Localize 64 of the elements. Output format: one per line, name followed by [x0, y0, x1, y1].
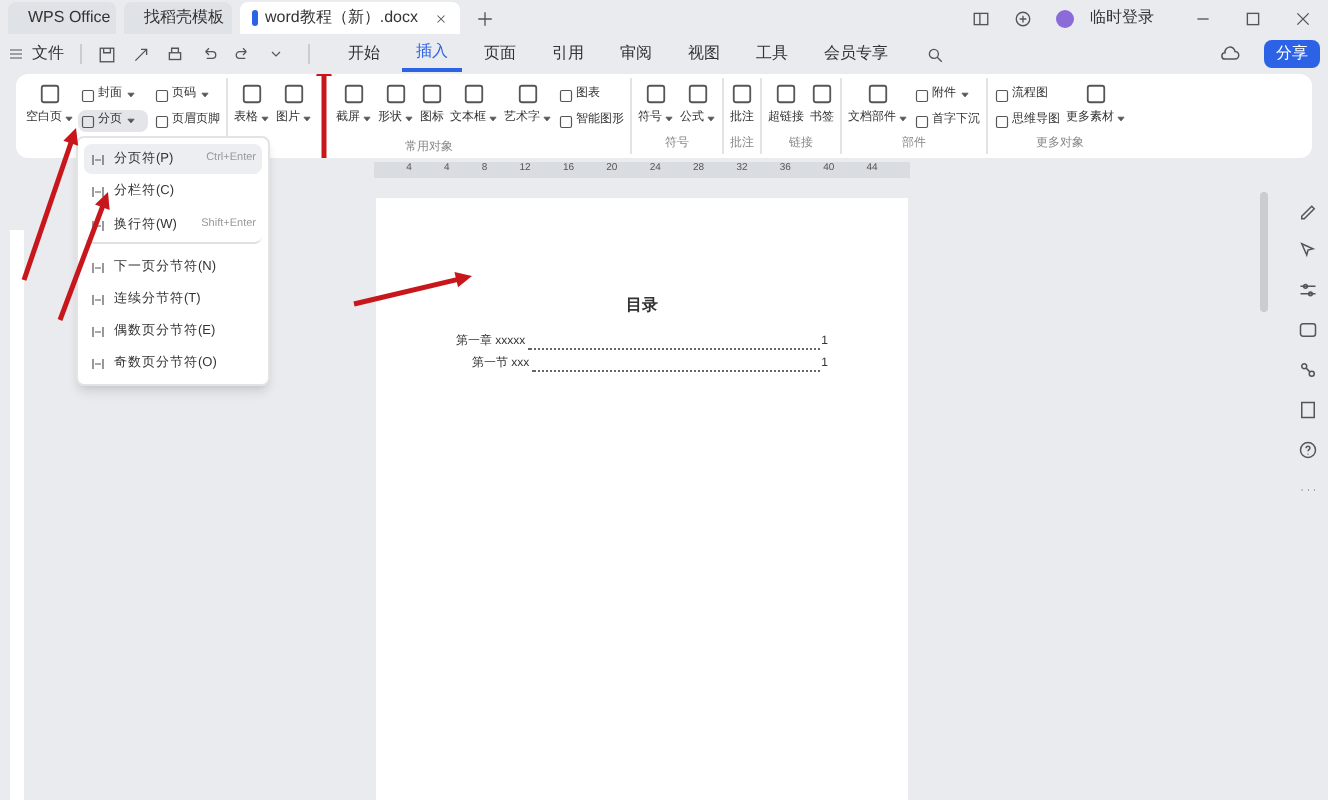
- tool-icon: [342, 82, 366, 106]
- tool-icon: [644, 82, 668, 106]
- close-icon: [434, 11, 448, 25]
- tool-icon: [38, 82, 62, 106]
- tool-icon: [1084, 82, 1108, 106]
- share-button[interactable]: 分享: [1264, 40, 1320, 68]
- layout-icon: [972, 9, 990, 27]
- tool-icon: [730, 82, 754, 106]
- tool-icon: [686, 82, 710, 106]
- app-icon: [252, 10, 258, 26]
- add-circle-icon: [1014, 9, 1032, 27]
- tool-icon: [516, 82, 540, 106]
- chevron-down-icon: [268, 46, 284, 62]
- ribbon-tab[interactable]: 引用: [538, 38, 598, 70]
- nodes-icon: [1298, 360, 1318, 380]
- tool-icon: [384, 82, 408, 106]
- close-icon: [1294, 9, 1312, 27]
- export-icon: [132, 45, 150, 63]
- annotation-arrow: [57, 192, 110, 321]
- tool-icon: [810, 82, 834, 106]
- document-tab[interactable]: WPS Office: [8, 2, 116, 34]
- page-icon: [1298, 400, 1318, 420]
- tool-icon: [240, 82, 264, 106]
- break-icon: [90, 151, 106, 167]
- annotation-arrow: [353, 272, 472, 307]
- document-tab[interactable]: 找稻壳模板: [124, 2, 232, 34]
- annotation-arrow: [316, 74, 332, 158]
- ribbon-tab[interactable]: 开始: [334, 38, 394, 70]
- break-icon: [90, 291, 106, 307]
- redo-icon: [234, 45, 252, 63]
- add-icon: [476, 9, 494, 27]
- sliders-icon: [1298, 280, 1318, 300]
- ribbon-tab[interactable]: 视图: [674, 38, 734, 70]
- break-icon: [90, 323, 106, 339]
- ribbon-tab[interactable]: 审阅: [606, 38, 666, 70]
- cursor-icon: [1298, 240, 1318, 260]
- tool-icon: [866, 82, 890, 106]
- break-icon: [90, 259, 106, 275]
- panel-icon: [1298, 320, 1318, 340]
- break-icon: [90, 217, 106, 233]
- edit-icon: [1298, 200, 1318, 220]
- toc-title: 目录: [626, 294, 658, 318]
- ribbon-tab[interactable]: 工具: [742, 38, 802, 70]
- menu-icon: [8, 46, 24, 62]
- help-icon: [1298, 440, 1318, 460]
- user-login[interactable]: 临时登录: [1090, 6, 1154, 30]
- search-icon: [926, 45, 944, 63]
- print-icon: [166, 45, 184, 63]
- cloud-icon: [1220, 44, 1240, 64]
- file-menu[interactable]: 文件: [32, 42, 64, 66]
- maximize-icon: [1244, 9, 1262, 27]
- tool-icon: [462, 82, 486, 106]
- tool-icon: [774, 82, 798, 106]
- avatar[interactable]: [1056, 9, 1074, 27]
- break-icon: [90, 183, 106, 199]
- save-icon: [98, 45, 116, 63]
- document-tab[interactable]: word教程（新）.docx: [240, 2, 460, 34]
- scrollbar[interactable]: [1260, 192, 1268, 312]
- undo-icon: [200, 45, 218, 63]
- ribbon-tab[interactable]: 会员专享: [810, 38, 902, 70]
- ribbon-tab[interactable]: 页面: [470, 38, 530, 70]
- tool-icon: [282, 82, 306, 106]
- break-icon: [90, 355, 106, 371]
- tool-icon: [420, 82, 444, 106]
